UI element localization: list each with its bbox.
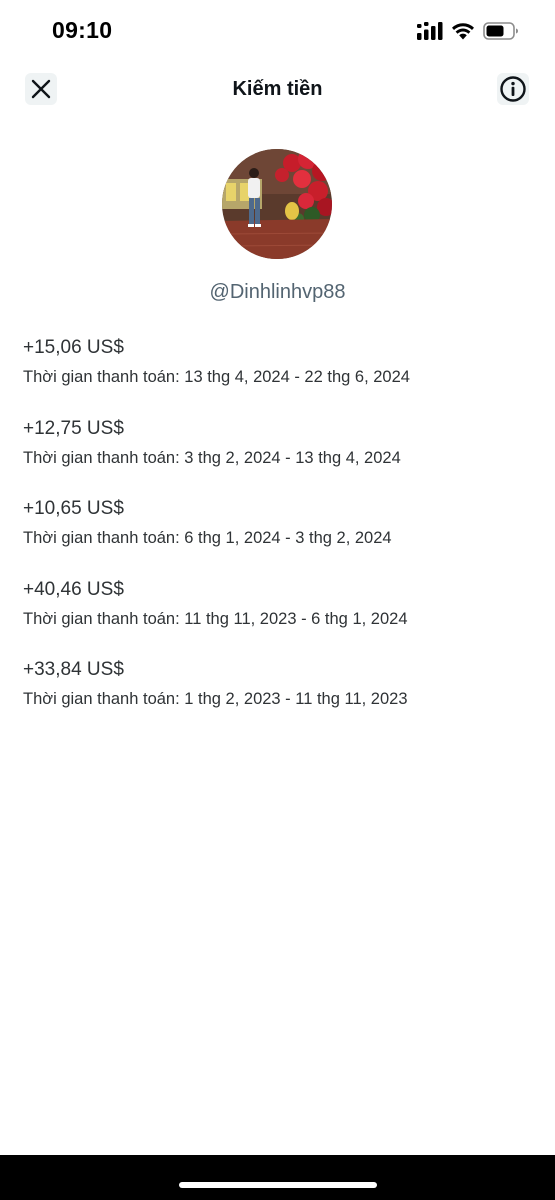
battery-icon <box>483 22 518 40</box>
status-time: 09:10 <box>52 17 113 43</box>
wifi-icon <box>452 23 474 40</box>
payout-amount: +12,75 US$ <box>23 417 124 439</box>
payout-period: Thời gian thanh toán: 13 thg 4, 2024 - 2… <box>23 368 410 386</box>
payout-list: +15,06 US$ Thời gian thanh toán: 13 thg … <box>23 336 533 739</box>
list-item: +12,75 US$ Thời gian thanh toán: 3 thg 2… <box>23 417 533 498</box>
status-icons <box>417 22 519 40</box>
list-item: +15,06 US$ Thời gian thanh toán: 13 thg … <box>23 336 533 417</box>
header: Kiếm tiền <box>0 70 555 110</box>
payout-period: Thời gian thanh toán: 6 thg 1, 2024 - 3 … <box>23 529 392 547</box>
signal-icon <box>417 22 443 40</box>
payout-amount: +15,06 US$ <box>23 337 124 358</box>
payout-period: Thời gian thanh toán: 11 thg 11, 2023 - … <box>23 609 408 628</box>
page-title: Kiếm tiền <box>232 78 323 100</box>
avatar-photo <box>222 149 332 259</box>
list-item: +40,46 US$ Thời gian thanh toán: 11 thg … <box>23 578 533 659</box>
payout-period: Thời gian thanh toán: 1 thg 2, 2023 - 11… <box>23 690 408 708</box>
screen: 09:10 Kiếm tiền @Dinhlinhvp88 +15,06 US$… <box>0 0 555 1200</box>
avatar[interactable] <box>222 149 332 259</box>
list-item: +10,65 US$ Thời gian thanh toán: 6 thg 1… <box>23 497 533 578</box>
home-indicator[interactable] <box>179 1182 377 1188</box>
payout-amount: +40,46 US$ <box>23 578 124 600</box>
info-button[interactable] <box>497 73 529 105</box>
bottom-bar <box>0 1155 555 1200</box>
payout-period: Thời gian thanh toán: 3 thg 2, 2024 - 13… <box>23 448 401 467</box>
status-bar: 09:10 <box>0 0 555 62</box>
info-icon <box>500 76 526 102</box>
list-item: +33,84 US$ Thời gian thanh toán: 1 thg 2… <box>23 658 533 739</box>
username: @Dinhlinhvp88 <box>209 281 346 303</box>
payout-amount: +10,65 US$ <box>23 498 124 519</box>
payout-amount: +33,84 US$ <box>23 659 124 680</box>
